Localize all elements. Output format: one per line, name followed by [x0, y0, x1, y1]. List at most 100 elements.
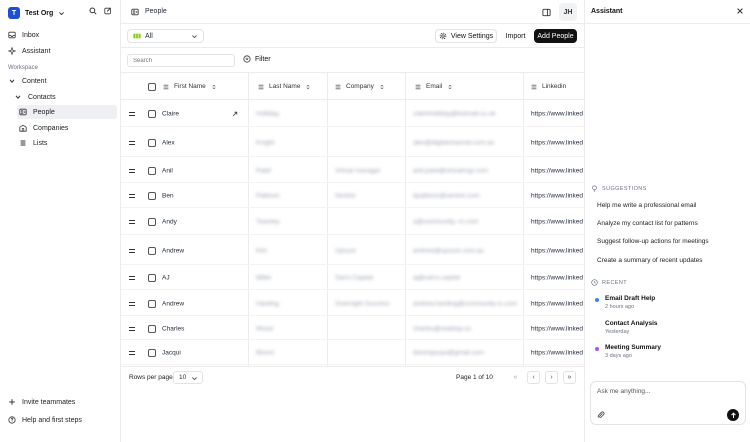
cell-company[interactable]: Sentrei	[335, 192, 356, 199]
row-checkbox[interactable]	[148, 273, 156, 282]
cell-first-name[interactable]: Ben	[162, 192, 174, 199]
prev-page-button[interactable]: ‹	[527, 371, 540, 384]
recent-item[interactable]: Contact Analysis Yesterday	[595, 320, 745, 338]
row-checkbox[interactable]	[148, 191, 156, 200]
cell-linkedin[interactable]: https://www.linked	[531, 247, 583, 254]
cell-last-name[interactable]: Wood	[256, 325, 273, 332]
cell-last-name[interactable]: Miller	[256, 274, 272, 281]
table-row[interactable]: AJ Miller Sarro Capital aj@sarro.capital htt…	[121, 266, 584, 290]
search-icon[interactable]	[89, 7, 97, 15]
cell-last-name[interactable]: Pattison	[256, 192, 280, 199]
table-row[interactable]: Jacqui Bloom bloomjacqui@gmail.com https://…	[121, 341, 584, 365]
column-header-last-name[interactable]: Last Name	[258, 73, 311, 100]
drag-handle-icon[interactable]	[129, 248, 135, 253]
cell-email[interactable]: andrew@upsure.com.au	[413, 247, 484, 254]
sidebar-item-people[interactable]: People	[17, 105, 117, 119]
cell-linkedin[interactable]: https://www.linked	[531, 349, 583, 356]
cell-last-name[interactable]: Harding	[256, 300, 279, 307]
cell-email[interactable]: claireholliday@hotmail.co.uk	[413, 110, 495, 117]
drag-handle-icon[interactable]	[129, 326, 135, 331]
cell-company[interactable]: Virtual manager	[335, 167, 381, 174]
assistant-input[interactable]	[597, 388, 737, 395]
column-header-first-name[interactable]: First Name	[163, 73, 217, 100]
cell-linkedin[interactable]: https://www.linked	[531, 325, 583, 332]
suggestion-item[interactable]: Suggest follow-up actions for meetings	[597, 238, 709, 245]
send-button[interactable]	[727, 409, 739, 421]
table-row[interactable]: Alex Knight alex@digitalchannel.com.au http…	[121, 129, 584, 157]
add-people-button[interactable]: Add People	[534, 29, 577, 43]
cell-first-name[interactable]: Claire	[162, 110, 179, 117]
cell-email[interactable]: anil.patel@virtualmgr.com	[413, 167, 488, 174]
column-header-company[interactable]: Company	[335, 73, 385, 100]
cell-linkedin[interactable]: https://www.linked	[531, 110, 583, 117]
next-page-button[interactable]: ›	[545, 371, 558, 384]
cell-first-name[interactable]: AJ	[162, 274, 170, 281]
table-row[interactable]: Andy Townley a@community--rc.com https://ww…	[121, 209, 584, 235]
cell-email[interactable]: aj@sarro.capital	[413, 274, 460, 281]
view-settings-button[interactable]: View Settings	[435, 29, 497, 43]
cell-last-name[interactable]: Kim	[256, 247, 267, 254]
view-select[interactable]: All	[127, 29, 204, 43]
sidebar-item-lists[interactable]: Lists	[17, 136, 117, 150]
drag-handle-icon[interactable]	[129, 219, 135, 224]
cell-email[interactable]: charles@reaktop.co	[413, 325, 471, 332]
cell-first-name[interactable]: Charles	[162, 325, 184, 332]
drag-handle-icon[interactable]	[129, 275, 135, 280]
cell-linkedin[interactable]: https://www.linked	[531, 167, 583, 174]
cell-first-name[interactable]: Andrew	[162, 300, 184, 307]
cell-company[interactable]: Overnight Success	[335, 300, 390, 307]
sidebar-item-assistant[interactable]: Assistant	[6, 44, 116, 58]
drag-handle-icon[interactable]	[129, 140, 135, 145]
recent-item[interactable]: Email Draft Help 2 hours ago	[595, 295, 745, 313]
cell-first-name[interactable]: Jacqui	[162, 349, 181, 356]
column-header-linkedin[interactable]: Linkedin	[531, 73, 566, 100]
row-checkbox[interactable]	[148, 324, 156, 333]
drag-handle-icon[interactable]	[129, 111, 135, 116]
table-row[interactable]: Charles Wood charles@reaktop.co https://www…	[121, 318, 584, 340]
open-record-icon[interactable]	[232, 111, 238, 117]
cell-company[interactable]: Upsure	[335, 247, 356, 254]
cell-last-name[interactable]: Patel	[256, 167, 271, 174]
drag-handle-icon[interactable]	[129, 350, 135, 355]
select-all-checkbox[interactable]	[148, 83, 156, 91]
org-switcher[interactable]: T Test Org	[8, 6, 65, 20]
sidebar-item-inbox[interactable]: Inbox	[6, 28, 116, 42]
row-checkbox[interactable]	[148, 166, 156, 175]
sidebar-item-contacts[interactable]: Contacts	[12, 90, 116, 104]
cell-company[interactable]: Sarro Capital	[335, 274, 373, 281]
cell-linkedin[interactable]: https://www.linked	[531, 218, 583, 225]
cell-email[interactable]: a@community--rc.com	[413, 218, 478, 225]
help-button[interactable]: Help and first steps	[6, 413, 116, 427]
table-row[interactable]: Andrew Harding Overnight Success andrew.har…	[121, 292, 584, 316]
row-checkbox[interactable]	[148, 217, 156, 226]
rows-per-page-select[interactable]: 10	[173, 371, 203, 384]
table-row[interactable]: Andrew Kim Upsure andrew@upsure.com.au https…	[121, 237, 584, 265]
suggestion-item[interactable]: Help me write a professional email	[597, 202, 696, 209]
drag-handle-icon[interactable]	[129, 193, 135, 198]
row-checkbox[interactable]	[148, 138, 156, 147]
row-checkbox[interactable]	[148, 299, 156, 308]
invite-teammates-button[interactable]: Invite teammates	[6, 395, 116, 409]
table-row[interactable]: Claire Holliday claireholliday@hotmail.co.…	[121, 101, 584, 127]
import-button[interactable]: Import	[501, 29, 530, 43]
drag-handle-icon[interactable]	[129, 301, 135, 306]
cell-linkedin[interactable]: https://www.linked	[531, 274, 583, 281]
cell-last-name[interactable]: Knight	[256, 139, 274, 146]
cell-linkedin[interactable]: https://www.linked	[531, 300, 583, 307]
cell-linkedin[interactable]: https://www.linked	[531, 192, 583, 199]
row-checkbox[interactable]	[148, 246, 156, 255]
sidebar-item-companies[interactable]: Companies	[17, 121, 117, 135]
cell-first-name[interactable]: Anil	[162, 167, 173, 174]
suggestion-item[interactable]: Analyze my contact list for patterns	[597, 220, 698, 227]
drag-handle-icon[interactable]	[129, 168, 135, 173]
cell-email[interactable]: bloomjacqui@gmail.com	[413, 349, 484, 356]
first-page-button[interactable]: «	[509, 371, 522, 384]
cell-linkedin[interactable]: https://www.linked	[531, 139, 583, 146]
cell-email[interactable]: andrew.harding@community-rc.com	[413, 300, 517, 307]
row-checkbox[interactable]	[148, 348, 156, 357]
table-row[interactable]: Ben Pattison Sentrei bpattison@sentrei.com h…	[121, 184, 584, 208]
sidebar-toggle-icon[interactable]	[542, 8, 551, 17]
cell-email[interactable]: bpattison@sentrei.com	[413, 192, 480, 199]
cell-first-name[interactable]: Alex	[162, 139, 175, 146]
sidebar-item-content[interactable]: Content	[6, 74, 116, 88]
